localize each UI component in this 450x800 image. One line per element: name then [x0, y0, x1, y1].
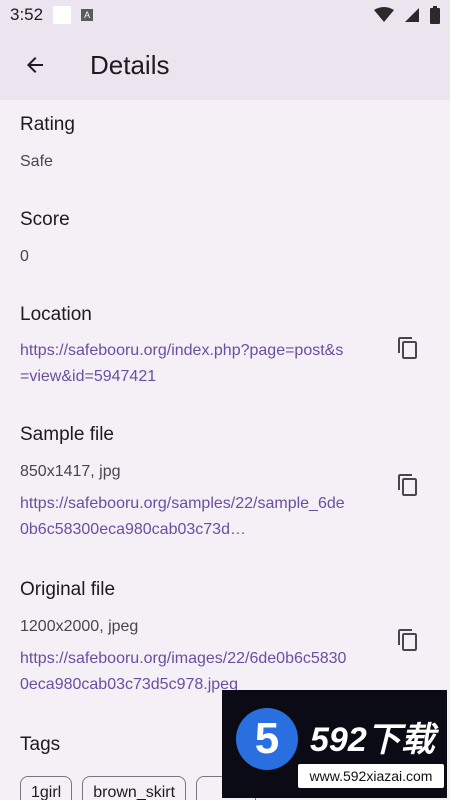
copy-icon — [398, 629, 417, 651]
watermark-url: www.592xiazai.com — [298, 764, 444, 788]
score-label: Score — [20, 209, 70, 230]
original-file-label: Original file — [20, 579, 116, 600]
score-value: 0 — [20, 248, 29, 265]
copy-location-button[interactable] — [396, 336, 422, 362]
tag-chip[interactable]: brown_skirt — [82, 776, 187, 800]
rating-value: Safe — [20, 153, 53, 170]
sample-file-info: 850x1417, jpg — [20, 463, 121, 480]
watermark-logo: 5 592下载 www.592xiazai.com — [222, 690, 447, 798]
watermark-emblem: 5 — [236, 708, 298, 770]
rating-label: Rating — [20, 114, 75, 135]
battery-icon — [430, 6, 440, 24]
tag-chip-list: 1girl brown_skirt — [20, 776, 257, 800]
location-section: Location https://safebooru.org/index.php… — [20, 304, 430, 390]
copy-icon — [398, 474, 417, 496]
copy-icon — [398, 337, 417, 359]
rating-section: Rating Safe — [20, 114, 430, 171]
location-label: Location — [20, 304, 92, 325]
original-file-section: Original file 1200x2000, jpeg https://sa… — [20, 579, 430, 698]
score-section: Score 0 — [20, 209, 430, 266]
original-file-info: 1200x2000, jpeg — [20, 618, 139, 635]
app-notification-icon: A — [81, 9, 94, 21]
tag-chip[interactable]: 1girl — [20, 776, 73, 800]
sample-file-label: Sample file — [20, 424, 114, 445]
notification-icon — [53, 6, 72, 24]
page-title: Details — [90, 49, 170, 80]
copy-sample-file-button[interactable] — [396, 473, 422, 499]
app-bar: Details — [0, 30, 450, 100]
status-time: 3:52 — [10, 5, 44, 24]
sample-file-link[interactable]: https://safebooru.org/samples/22/sample_… — [20, 491, 350, 543]
status-bar: 3:52 A — [0, 0, 450, 30]
wifi-icon — [374, 7, 394, 22]
arrow-back-icon — [27, 57, 43, 73]
back-button[interactable] — [0, 30, 70, 100]
sample-file-section: Sample file 850x1417, jpg https://safebo… — [20, 424, 430, 543]
copy-original-file-button[interactable] — [396, 628, 422, 654]
cellular-icon — [405, 8, 419, 22]
watermark-brand: 592下载 — [310, 721, 435, 759]
location-link[interactable]: https://safebooru.org/index.php?page=pos… — [20, 338, 350, 390]
